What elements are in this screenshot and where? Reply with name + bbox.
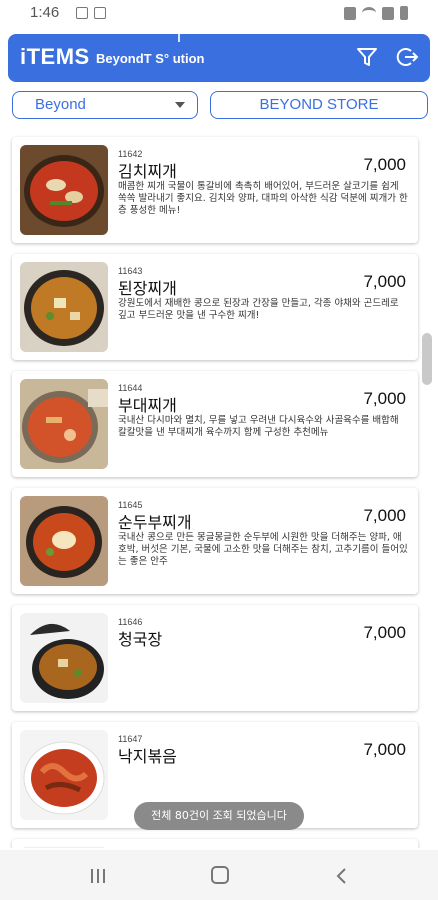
signal-icon	[382, 6, 394, 20]
app-bar: iTEMS BeyondT S° ution	[8, 34, 430, 82]
filter-icon[interactable]	[354, 44, 380, 70]
status-time: 1:46	[30, 4, 60, 21]
food-thumbnail	[20, 847, 108, 848]
item-price: 7,000	[363, 623, 406, 642]
app-bar-divider	[178, 34, 180, 42]
system-nav-bar	[0, 850, 438, 900]
item-name: 청국장	[118, 630, 163, 649]
battery-icon	[400, 6, 408, 20]
store-select-value: Beyond	[35, 96, 86, 113]
gallery-icon	[76, 7, 88, 19]
result-count-toast: 전체 80건이 조회 되었습니다	[134, 802, 304, 830]
item-description: 국내산 다시마와 멸치, 무를 넣고 우려낸 다시육수와 사골육수를 배합해 칼…	[118, 415, 399, 438]
item-price: 7,000	[363, 506, 406, 525]
list-item[interactable]: 11642 김치찌개 7,000 매콤한 찌개 국물이 통갈비에 촉촉히 배어있…	[12, 137, 418, 243]
status-notification-icons	[76, 7, 106, 19]
wifi-icon	[362, 7, 376, 19]
item-description: 국내산 콩으로 만든 몽글몽글한 순두부에 시원한 맛을 더해주는 양파, 애호…	[118, 532, 408, 567]
mute-icon	[344, 6, 356, 20]
item-description: 매콤한 찌개 국물이 통갈비에 촉촉히 배어있어, 부드러운 살코기를 쉽게 쏙…	[118, 181, 408, 216]
list-item[interactable]: 11643 된장찌개 7,000 강원도에서 재배한 콩으로 된장과 간장을 만…	[12, 254, 418, 360]
item-name: 김치찌개	[118, 162, 177, 181]
item-name: 된장찌개	[118, 279, 177, 298]
recent-apps-icon[interactable]	[88, 868, 108, 884]
beyond-store-button[interactable]: BEYOND STORE	[210, 91, 428, 119]
home-icon[interactable]	[211, 866, 229, 884]
item-list[interactable]: 11642 김치찌개 7,000 매콤한 찌개 국물이 통갈비에 촉촉히 배어있…	[0, 127, 438, 848]
list-item[interactable]	[12, 839, 418, 848]
food-thumbnail	[20, 379, 108, 469]
store-select[interactable]: Beyond	[12, 91, 198, 119]
item-name: 낙지볶음	[118, 747, 177, 766]
chevron-down-icon	[175, 102, 185, 108]
app-title: iTEMS	[20, 44, 90, 69]
food-thumbnail	[20, 145, 108, 235]
back-icon[interactable]	[335, 868, 349, 884]
item-description: 강원도에서 재배한 콩으로 된장과 간장을 만들고, 각종 야채와 곤드레로 깊…	[118, 298, 399, 321]
list-item[interactable]: 11646 청국장 7,000	[12, 605, 418, 711]
list-item[interactable]: 11645 순두부찌개 7,000 국내산 콩으로 만든 몽글몽글한 순두부에 …	[12, 488, 418, 594]
list-scrollbar[interactable]	[422, 333, 432, 385]
app-subtitle: BeyondT S° ution	[96, 51, 205, 66]
status-system-icons	[344, 6, 408, 20]
food-thumbnail	[20, 730, 108, 820]
food-thumbnail	[20, 613, 108, 703]
food-thumbnail	[20, 262, 108, 352]
item-price: 7,000	[363, 155, 406, 174]
item-name: 순두부찌개	[118, 513, 192, 532]
food-thumbnail	[20, 496, 108, 586]
app-notification-icon	[94, 7, 106, 19]
item-name: 부대찌개	[118, 396, 177, 415]
logout-icon[interactable]	[394, 44, 420, 70]
item-price: 7,000	[363, 272, 406, 291]
item-price: 7,000	[363, 389, 406, 408]
status-bar: 1:46	[0, 0, 438, 28]
item-price: 7,000	[363, 740, 406, 759]
list-item[interactable]: 11644 부대찌개 7,000 국내산 다시마와 멸치, 무를 넣고 우려낸 …	[12, 371, 418, 477]
